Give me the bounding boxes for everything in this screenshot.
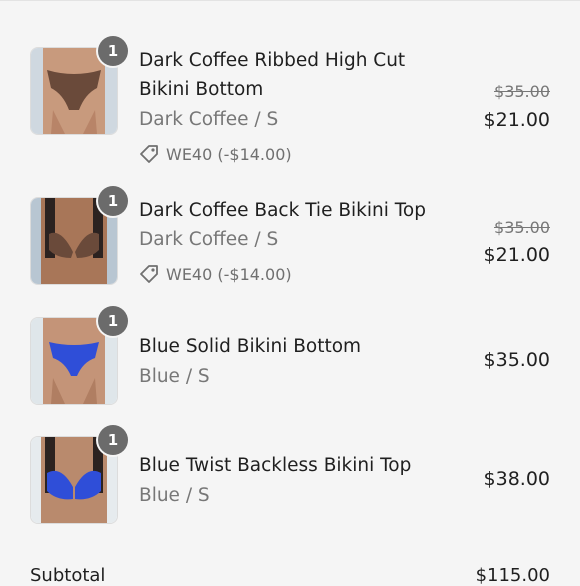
discount-code: WE40 (-$14.00): [139, 144, 292, 164]
discount-code: WE40 (-$14.00): [139, 264, 292, 284]
tag-icon: [139, 264, 159, 284]
quantity-badge: 1: [98, 36, 128, 66]
discount-label: WE40 (-$14.00): [166, 144, 292, 164]
tag-icon: [139, 144, 159, 164]
final-price: $21.00: [483, 109, 550, 131]
product-title[interactable]: Dark Coffee Back Tie Bikini Top: [139, 196, 449, 225]
quantity-badge: 1: [98, 425, 128, 455]
original-price: $35.00: [494, 218, 550, 237]
quantity-badge: 1: [98, 186, 128, 216]
product-variant: Dark Coffee / S: [139, 109, 279, 130]
product-thumbnail[interactable]: 1: [30, 306, 128, 405]
product-thumbnail[interactable]: 1: [30, 425, 128, 524]
subtotal-value: $115.00: [475, 565, 550, 586]
top-divider: [0, 0, 580, 1]
product-variant: Blue / S: [139, 485, 210, 506]
product-variant: Blue / S: [139, 366, 210, 387]
quantity-badge: 1: [98, 306, 128, 336]
product-thumbnail[interactable]: 1: [30, 36, 128, 135]
discount-label: WE40 (-$14.00): [166, 264, 292, 284]
subtotal-label: Subtotal: [30, 565, 106, 586]
final-price: $38.00: [483, 468, 550, 490]
final-price: $35.00: [483, 349, 550, 371]
original-price: $35.00: [494, 82, 550, 101]
final-price: $21.00: [483, 244, 550, 266]
product-variant: Dark Coffee / S: [139, 229, 279, 250]
product-title[interactable]: Dark Coffee Ribbed High Cut Bikini Botto…: [139, 46, 449, 104]
product-thumbnail[interactable]: 1: [30, 186, 128, 285]
product-title[interactable]: Blue Twist Backless Bikini Top: [139, 451, 449, 480]
product-title[interactable]: Blue Solid Bikini Bottom: [139, 332, 449, 361]
